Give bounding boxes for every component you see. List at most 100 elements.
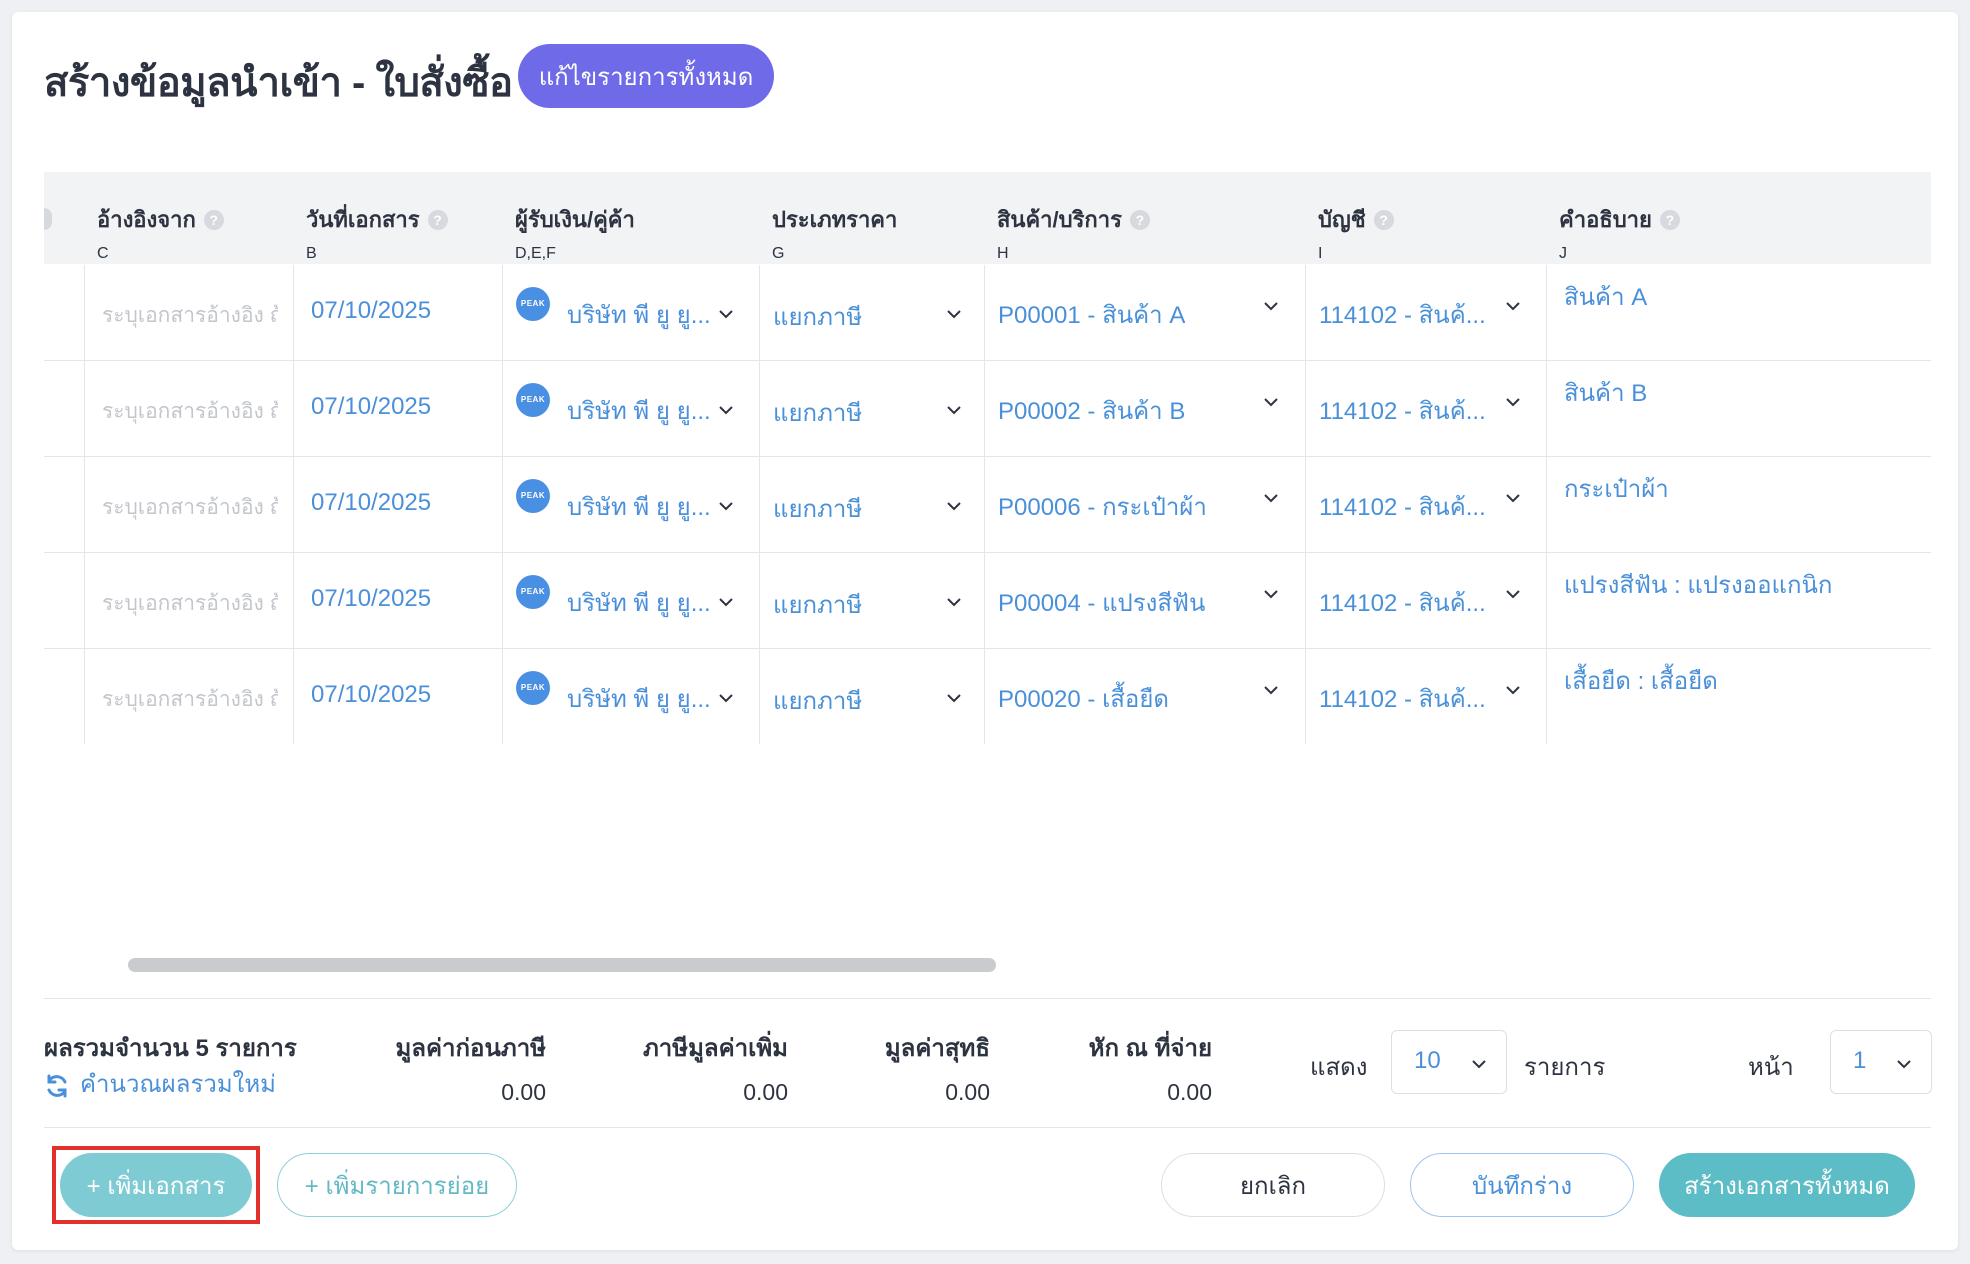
summary-title: ผลรวมจำนวน 5 รายการ <box>44 1035 297 1062</box>
chevron-down-icon[interactable] <box>1504 393 1522 411</box>
chevron-down-icon[interactable] <box>945 401 963 419</box>
chevron-down-icon[interactable] <box>945 305 963 323</box>
cell-divider <box>984 265 985 361</box>
per-page-value: 10 <box>1414 1047 1441 1074</box>
description-input[interactable]: สินค้า B <box>1564 373 1647 412</box>
product-select[interactable]: P00002 - สินค้า B <box>998 391 1185 430</box>
help-icon[interactable]: ? <box>1129 209 1150 230</box>
price-type-select[interactable]: แยกภาษี <box>773 297 862 336</box>
withholding-label: หัก ณ ที่จ่าย <box>1088 1035 1212 1062</box>
per-page-select[interactable]: 10 <box>1391 1030 1507 1094</box>
chevron-down-icon[interactable] <box>945 593 963 611</box>
chevron-down-icon[interactable] <box>945 497 963 515</box>
net-label: มูลค่าสุทธิ <box>884 1035 990 1062</box>
document-date-input[interactable]: 07/10/2025 <box>311 489 431 517</box>
help-icon[interactable]: ? <box>1659 209 1680 230</box>
price-type-select[interactable]: แยกภาษี <box>773 585 862 624</box>
description-input[interactable]: แปรงสีฟัน : แปรงออแกนิก <box>1564 565 1832 604</box>
vendor-logo: PEAK <box>516 479 550 513</box>
cell-divider <box>1546 361 1547 457</box>
product-select[interactable]: P00004 - แปรงสีฟัน <box>998 583 1205 622</box>
table-row: ระบุเอกสารอ้างอิง ถ้ 07/10/2025 PEAK บริ… <box>44 265 1931 361</box>
help-icon[interactable]: ? <box>203 209 224 230</box>
cell-divider <box>759 265 760 361</box>
chevron-down-icon[interactable] <box>1504 489 1522 507</box>
edit-all-button[interactable]: แก้ไขรายการทั้งหมด <box>518 44 774 108</box>
vendor-select[interactable]: บริษัท พี ยู ยู... <box>567 679 711 718</box>
table-row: ระบุเอกสารอ้างอิง ถ้ 07/10/2025 PEAK บริ… <box>44 553 1931 649</box>
description-input[interactable]: กระเป๋าผ้า <box>1564 469 1669 508</box>
chevron-down-icon[interactable] <box>1504 297 1522 315</box>
header-column-letter: G <box>772 245 785 262</box>
recalculate-link[interactable]: คำนวณผลรวมใหม่ <box>44 1064 276 1103</box>
horizontal-scrollbar[interactable] <box>128 958 996 972</box>
page-select[interactable]: 1 <box>1830 1030 1932 1094</box>
header-product: สินค้า/บริการ? H <box>997 202 1150 263</box>
create-all-documents-button[interactable]: สร้างเอกสารทั้งหมด <box>1659 1153 1915 1217</box>
pre-tax-value: 0.00 <box>501 1079 546 1105</box>
header-column-letter: D,E,F <box>515 245 556 262</box>
table-row: ระบุเอกสารอ้างอิง ถ้ 07/10/2025 PEAK บริ… <box>44 649 1931 744</box>
chevron-down-icon[interactable] <box>1504 681 1522 699</box>
header-label: อ้างอิงจาก <box>97 207 196 232</box>
chevron-down-icon[interactable] <box>1262 681 1280 699</box>
header-label: ผู้รับเงิน/คู่ค้า <box>515 207 635 232</box>
cell-divider <box>984 361 985 457</box>
chevron-down-icon[interactable] <box>717 401 735 419</box>
product-select[interactable]: P00020 - เสื้อยืด <box>998 679 1169 718</box>
account-select[interactable]: 114102 - สินค้... <box>1319 295 1486 334</box>
chevron-down-icon[interactable] <box>1262 585 1280 603</box>
cancel-button[interactable]: ยกเลิก <box>1161 1153 1385 1217</box>
cell-divider <box>502 457 503 553</box>
reference-input[interactable]: ระบุเอกสารอ้างอิง ถ้ <box>102 683 278 716</box>
vendor-select[interactable]: บริษัท พี ยู ยู... <box>567 391 711 430</box>
product-select[interactable]: P00001 - สินค้า A <box>998 295 1185 334</box>
document-date-input[interactable]: 07/10/2025 <box>311 297 431 325</box>
document-date-input[interactable]: 07/10/2025 <box>311 393 431 421</box>
cell-divider <box>1546 265 1547 361</box>
price-type-select[interactable]: แยกภาษี <box>773 489 862 528</box>
reference-input[interactable]: ระบุเอกสารอ้างอิง ถ้ <box>102 587 278 620</box>
cell-divider <box>84 553 85 649</box>
vendor-select[interactable]: บริษัท พี ยู ยู... <box>567 295 711 334</box>
chevron-down-icon[interactable] <box>717 497 735 515</box>
description-input[interactable]: สินค้า A <box>1564 277 1647 316</box>
reference-input[interactable]: ระบุเอกสารอ้างอิง ถ้ <box>102 395 278 428</box>
help-icon[interactable]: ? <box>427 209 448 230</box>
price-type-select[interactable]: แยกภาษี <box>773 681 862 720</box>
document-date-input[interactable]: 07/10/2025 <box>311 681 431 709</box>
document-date-input[interactable]: 07/10/2025 <box>311 585 431 613</box>
cell-divider <box>1546 649 1547 744</box>
reference-input[interactable]: ระบุเอกสารอ้างอิง ถ้ <box>102 491 278 524</box>
chevron-down-icon[interactable] <box>945 689 963 707</box>
vendor-select[interactable]: บริษัท พี ยู ยู... <box>567 487 711 526</box>
chevron-down-icon[interactable] <box>717 593 735 611</box>
vat-value: 0.00 <box>743 1079 788 1105</box>
chevron-down-icon[interactable] <box>1262 297 1280 315</box>
cell-divider <box>759 649 760 744</box>
add-sub-item-button[interactable]: + เพิ่มรายการย่อย <box>277 1153 517 1217</box>
product-select[interactable]: P00006 - กระเป๋าผ้า <box>998 487 1207 526</box>
help-icon[interactable]: ? <box>1373 209 1394 230</box>
header-description: คำอธิบาย? J <box>1559 202 1680 263</box>
vendor-select[interactable]: บริษัท พี ยู ยู... <box>567 583 711 622</box>
save-draft-button[interactable]: บันทึกร่าง <box>1410 1153 1634 1217</box>
chevron-down-icon[interactable] <box>1262 489 1280 507</box>
chevron-down-icon[interactable] <box>1504 585 1522 603</box>
account-select[interactable]: 114102 - สินค้... <box>1319 583 1486 622</box>
reference-input[interactable]: ระบุเอกสารอ้างอิง ถ้ <box>102 299 278 332</box>
price-type-select[interactable]: แยกภาษี <box>773 393 862 432</box>
header-label: วันที่เอกสาร <box>306 207 420 232</box>
chevron-down-icon[interactable] <box>717 305 735 323</box>
vat-label: ภาษีมูลค่าเพิ่ม <box>642 1035 788 1062</box>
description-input[interactable]: เสื้อยืด : เสื้อยืด <box>1564 661 1718 700</box>
account-select[interactable]: 114102 - สินค้... <box>1319 391 1486 430</box>
chevron-down-icon[interactable] <box>717 689 735 707</box>
cell-divider <box>984 553 985 649</box>
header-label: คำอธิบาย <box>1559 207 1652 232</box>
cell-divider <box>84 649 85 744</box>
account-select[interactable]: 114102 - สินค้... <box>1319 487 1486 526</box>
account-select[interactable]: 114102 - สินค้... <box>1319 679 1486 718</box>
chevron-down-icon[interactable] <box>1262 393 1280 411</box>
header-label: สินค้า/บริการ <box>997 207 1122 232</box>
